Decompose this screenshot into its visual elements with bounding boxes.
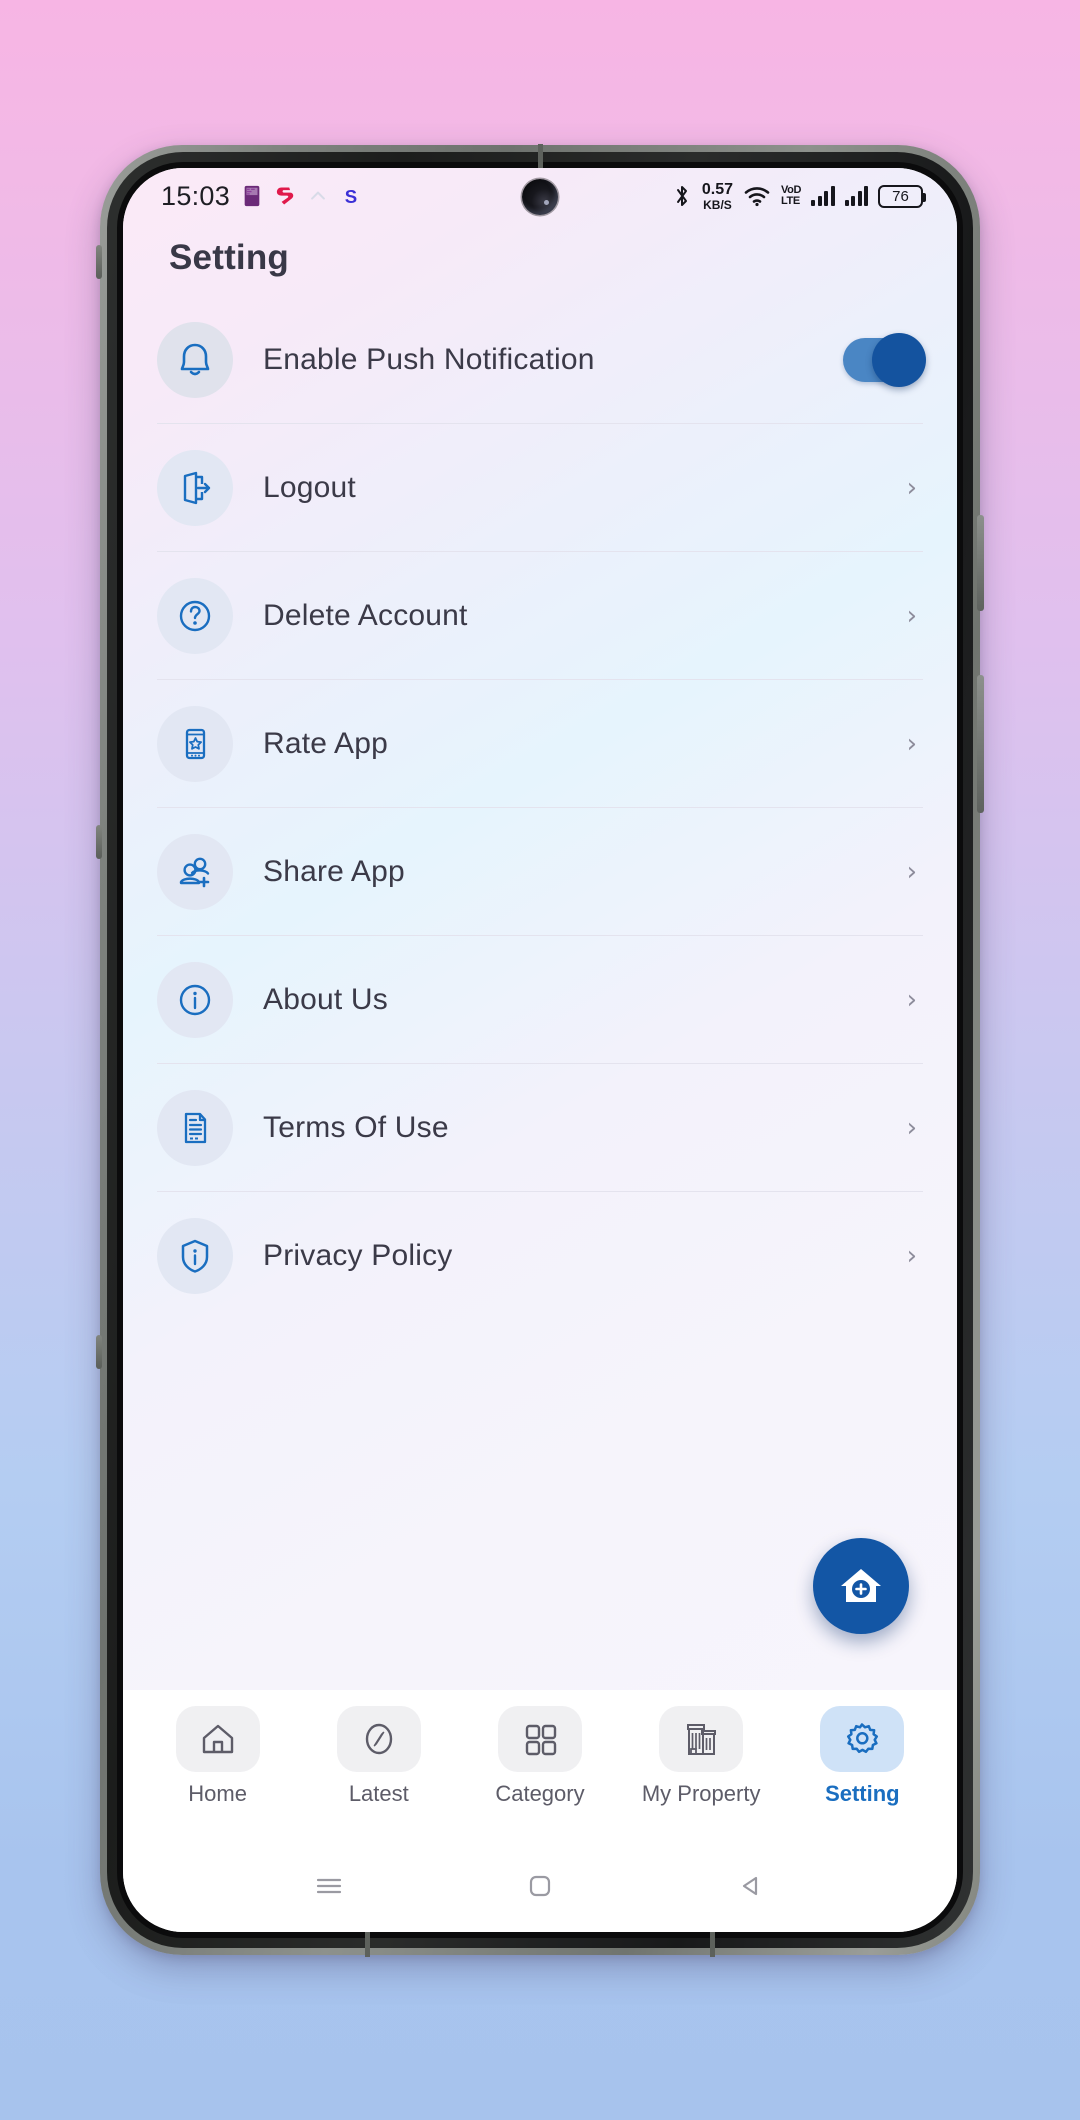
- settings-row-label: Logout: [263, 470, 356, 504]
- front-camera-punch-hole: [522, 179, 558, 215]
- android-system-navigation: [123, 1840, 957, 1932]
- home-square-icon[interactable]: [510, 1863, 570, 1909]
- volume-button[interactable]: [977, 515, 984, 611]
- phone-device: 15:03 S 0.57 KB/S VoD LTE 76 Setting Ena…: [96, 144, 984, 1957]
- s-app-icon: S: [345, 186, 357, 207]
- phone-star-icon: [157, 705, 233, 782]
- chevron-right-icon[interactable]: ›: [907, 603, 917, 629]
- grid-icon: [497, 1706, 582, 1772]
- nav-item-label: Home: [188, 1781, 247, 1806]
- nav-item-label: Setting: [825, 1781, 900, 1806]
- antenna-band-left-top: [96, 245, 102, 279]
- add-property-fab[interactable]: [813, 1538, 909, 1634]
- sim-card-icon: [244, 185, 260, 207]
- settings-row-label: Enable Push Notification: [263, 342, 595, 376]
- battery-percent-label: 76: [892, 187, 909, 205]
- settings-row-label: Terms Of Use: [263, 1110, 449, 1144]
- chevron-right-icon[interactable]: ›: [907, 731, 917, 757]
- status-bar-left: 15:03 S: [161, 181, 362, 212]
- app-notification-icon: [276, 187, 294, 205]
- status-bar-clock: 15:03: [161, 180, 231, 211]
- chevron-up-icon: [311, 191, 326, 200]
- shield-info-icon: [157, 1218, 233, 1294]
- push-notification-toggle[interactable]: [843, 332, 926, 387]
- network-speed-value: 0.57: [701, 180, 734, 198]
- settings-row-enable-push-notification[interactable]: Enable Push Notification: [157, 296, 926, 424]
- battery-icon: 76: [878, 184, 926, 208]
- antenna-band-left-mid: [96, 825, 102, 859]
- chevron-right-icon[interactable]: ›: [907, 1115, 917, 1141]
- chevron-right-icon[interactable]: ›: [907, 1243, 917, 1269]
- signal-icon-sim1: [811, 186, 835, 206]
- status-bar: 15:03 S 0.57 KB/S VoD LTE 76: [123, 168, 957, 224]
- chevron-right-icon[interactable]: ›: [907, 987, 917, 1013]
- network-speed-unit: KB/S: [703, 197, 732, 212]
- toggle-knob: [872, 332, 926, 387]
- status-bar-right: 0.57 KB/S VoD LTE 76: [672, 180, 926, 212]
- recents-icon[interactable]: [299, 1863, 359, 1909]
- settings-row-delete-account[interactable]: Delete Account ›: [157, 552, 923, 680]
- volte-icon: VoD LTE: [781, 185, 801, 207]
- settings-row-label: Delete Account: [263, 598, 468, 632]
- antenna-band-top: [538, 144, 543, 170]
- settings-row-label: Share App: [263, 854, 405, 888]
- chevron-right-icon[interactable]: ›: [907, 859, 917, 885]
- settings-row-label: Privacy Policy: [263, 1239, 453, 1272]
- settings-row-rate-app[interactable]: Rate App ›: [157, 680, 923, 808]
- nav-item-home[interactable]: Home: [153, 1706, 283, 1807]
- document-icon: [157, 1089, 233, 1166]
- volte-line2: LTE: [781, 195, 800, 207]
- nav-item-label: Latest: [348, 1781, 409, 1806]
- buildings-icon: [659, 1706, 744, 1772]
- bluetooth-icon: [676, 186, 687, 206]
- settings-row-terms-of-use[interactable]: Terms Of Use ›: [157, 1064, 923, 1192]
- compass-icon: [336, 1706, 421, 1772]
- phone-screen: 15:03 S 0.57 KB/S VoD LTE 76 Setting Ena…: [123, 168, 957, 1932]
- add-property-home-icon: [841, 1569, 881, 1602]
- settings-list: Enable Push Notification Logout › Delete…: [123, 296, 957, 1320]
- gear-icon: [820, 1706, 905, 1772]
- info-circle-icon: [157, 961, 233, 1038]
- page-header: Setting: [123, 224, 957, 296]
- settings-row-privacy-policy[interactable]: Privacy Policy ›: [157, 1192, 923, 1320]
- logout-icon: [157, 449, 233, 526]
- network-speed-indicator: 0.57 KB/S: [701, 180, 734, 212]
- antenna-band-left-bottom: [96, 1335, 102, 1369]
- bell-icon: [157, 321, 233, 398]
- chevron-right-icon[interactable]: ›: [907, 475, 917, 501]
- settings-row-logout[interactable]: Logout ›: [157, 424, 923, 552]
- settings-row-label: Rate App: [263, 726, 389, 760]
- settings-row-about-us[interactable]: About Us ›: [157, 936, 923, 1064]
- power-button[interactable]: [977, 675, 984, 813]
- back-triangle-icon[interactable]: [721, 1863, 781, 1909]
- nav-item-setting[interactable]: Setting: [797, 1706, 927, 1807]
- app-content-area: 15:03 S 0.57 KB/S VoD LTE 76 Setting Ena…: [123, 168, 957, 1690]
- page-title: Setting: [169, 238, 290, 277]
- nav-item-latest[interactable]: Latest: [314, 1706, 444, 1807]
- nav-item-label: Category: [495, 1781, 585, 1806]
- add-user-icon: [157, 833, 233, 910]
- settings-row-share-app[interactable]: Share App ›: [157, 808, 923, 936]
- wifi-icon: [744, 187, 770, 207]
- question-circle-icon: [157, 577, 233, 654]
- bottom-navigation-bar: Home Latest Category My Property Setting: [123, 1690, 957, 1840]
- settings-row-label: About Us: [263, 982, 388, 1016]
- nav-item-category[interactable]: Category: [475, 1706, 605, 1807]
- svg-text:S: S: [345, 186, 357, 207]
- signal-icon-sim2: [844, 186, 868, 206]
- nav-item-my-property[interactable]: My Property: [636, 1706, 766, 1807]
- nav-item-label: My Property: [641, 1781, 761, 1806]
- home-icon: [175, 1706, 260, 1772]
